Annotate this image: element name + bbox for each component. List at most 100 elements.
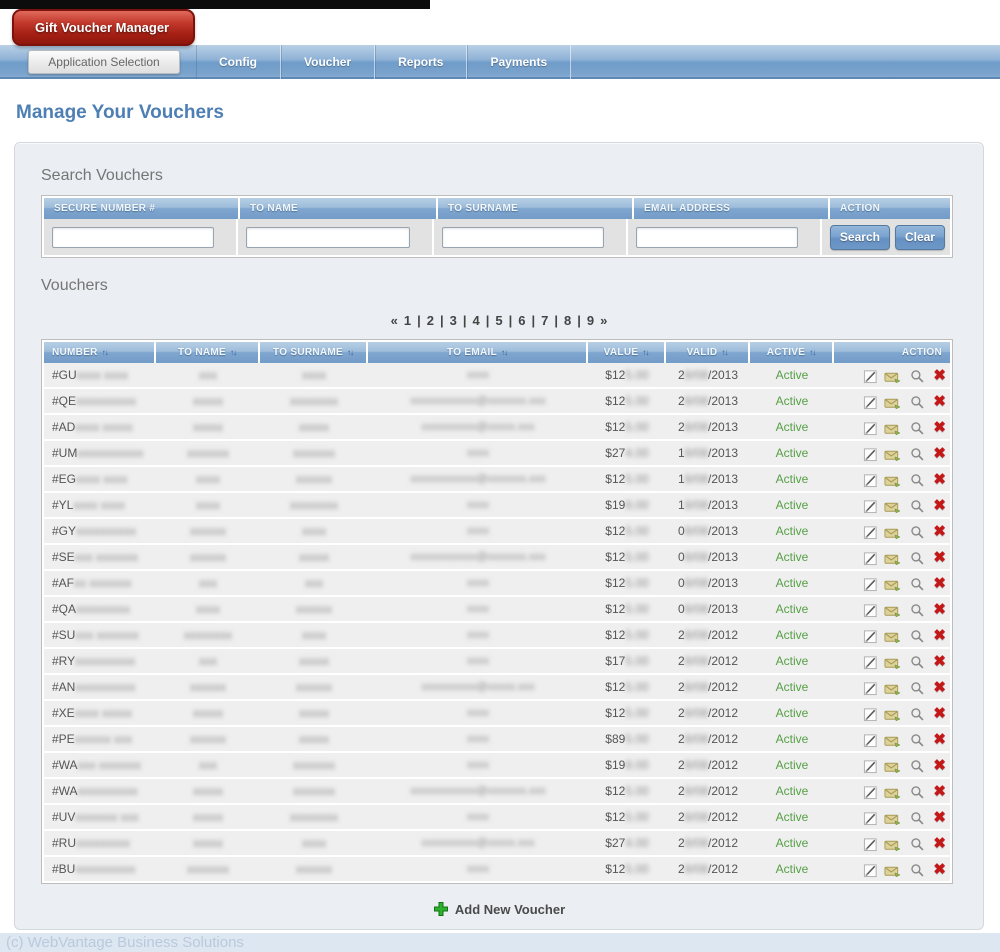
sort-icon[interactable]: ↑↓: [230, 348, 237, 357]
vouchers-column-header[interactable]: TO EMAIL ↑↓: [368, 342, 588, 363]
view-icon[interactable]: [908, 628, 925, 644]
view-icon[interactable]: [908, 680, 925, 696]
pagination-page-6[interactable]: 6: [518, 313, 525, 328]
send-email-icon[interactable]: [884, 784, 901, 800]
sort-icon[interactable]: ↑↓: [501, 348, 508, 357]
view-icon[interactable]: [908, 446, 925, 462]
delete-icon[interactable]: ✖: [931, 393, 946, 410]
sort-icon[interactable]: ↑↓: [721, 348, 728, 357]
pagination-page-8[interactable]: 8: [564, 313, 571, 328]
edit-icon[interactable]: [861, 862, 878, 878]
delete-icon[interactable]: ✖: [931, 757, 946, 774]
view-icon[interactable]: [908, 394, 925, 410]
add-new-voucher-button[interactable]: Add New Voucher: [433, 901, 565, 917]
sort-icon[interactable]: ↑↓: [347, 348, 354, 357]
view-icon[interactable]: [908, 862, 925, 878]
view-icon[interactable]: [908, 472, 925, 488]
send-email-icon[interactable]: [884, 472, 901, 488]
send-email-icon[interactable]: [884, 732, 901, 748]
edit-icon[interactable]: [861, 732, 878, 748]
view-icon[interactable]: [908, 706, 925, 722]
vouchers-column-header[interactable]: TO NAME ↑↓: [156, 342, 260, 363]
delete-icon[interactable]: ✖: [931, 627, 946, 644]
edit-icon[interactable]: [861, 836, 878, 852]
view-icon[interactable]: [908, 550, 925, 566]
view-icon[interactable]: [908, 576, 925, 592]
edit-icon[interactable]: [861, 758, 878, 774]
view-icon[interactable]: [908, 810, 925, 826]
nav-tab-voucher[interactable]: Voucher: [281, 45, 376, 79]
delete-icon[interactable]: ✖: [931, 367, 946, 384]
delete-icon[interactable]: ✖: [931, 601, 946, 618]
vouchers-column-header[interactable]: ACTIVE ↑↓: [750, 342, 834, 363]
send-email-icon[interactable]: [884, 498, 901, 514]
edit-icon[interactable]: [861, 654, 878, 670]
pagination-page-2[interactable]: 2: [427, 313, 434, 328]
edit-icon[interactable]: [861, 628, 878, 644]
edit-icon[interactable]: [861, 368, 878, 384]
to-surname-input[interactable]: [441, 226, 604, 248]
pagination-prev[interactable]: «: [391, 313, 398, 328]
view-icon[interactable]: [908, 836, 925, 852]
delete-icon[interactable]: ✖: [931, 575, 946, 592]
delete-icon[interactable]: ✖: [931, 809, 946, 826]
delete-icon[interactable]: ✖: [931, 471, 946, 488]
search-button[interactable]: Search: [829, 224, 890, 250]
view-icon[interactable]: [908, 654, 925, 670]
pagination-page-4[interactable]: 4: [473, 313, 480, 328]
edit-icon[interactable]: [861, 472, 878, 488]
email-address-input[interactable]: [635, 226, 798, 248]
delete-icon[interactable]: ✖: [931, 679, 946, 696]
view-icon[interactable]: [908, 758, 925, 774]
send-email-icon[interactable]: [884, 550, 901, 566]
view-icon[interactable]: [908, 420, 925, 436]
sort-icon[interactable]: ↑↓: [102, 348, 109, 357]
edit-icon[interactable]: [861, 550, 878, 566]
vouchers-column-header[interactable]: TO SURNAME ↑↓: [260, 342, 368, 363]
nav-tab-payments[interactable]: Payments: [467, 45, 572, 79]
view-icon[interactable]: [908, 602, 925, 618]
send-email-icon[interactable]: [884, 706, 901, 722]
send-email-icon[interactable]: [884, 836, 901, 852]
edit-icon[interactable]: [861, 524, 878, 540]
send-email-icon[interactable]: [884, 394, 901, 410]
send-email-icon[interactable]: [884, 680, 901, 696]
delete-icon[interactable]: ✖: [931, 731, 946, 748]
delete-icon[interactable]: ✖: [931, 835, 946, 852]
edit-icon[interactable]: [861, 810, 878, 826]
send-email-icon[interactable]: [884, 862, 901, 878]
send-email-icon[interactable]: [884, 628, 901, 644]
send-email-icon[interactable]: [884, 446, 901, 462]
delete-icon[interactable]: ✖: [931, 497, 946, 514]
nav-tab-config[interactable]: Config: [196, 45, 281, 79]
pagination-page-5[interactable]: 5: [495, 313, 502, 328]
send-email-icon[interactable]: [884, 576, 901, 592]
pagination-page-7[interactable]: 7: [541, 313, 548, 328]
view-icon[interactable]: [908, 498, 925, 514]
edit-icon[interactable]: [861, 680, 878, 696]
pagination-page-3[interactable]: 3: [450, 313, 457, 328]
send-email-icon[interactable]: [884, 368, 901, 384]
delete-icon[interactable]: ✖: [931, 523, 946, 540]
view-icon[interactable]: [908, 524, 925, 540]
view-icon[interactable]: [908, 732, 925, 748]
send-email-icon[interactable]: [884, 420, 901, 436]
sort-icon[interactable]: ↑↓: [809, 348, 816, 357]
to-name-input[interactable]: [245, 226, 410, 248]
app-logo-button[interactable]: Gift Voucher Manager: [12, 9, 195, 46]
edit-icon[interactable]: [861, 446, 878, 462]
vouchers-column-header[interactable]: NUMBER ↑↓: [44, 342, 156, 363]
delete-icon[interactable]: ✖: [931, 549, 946, 566]
sort-icon[interactable]: ↑↓: [642, 348, 649, 357]
delete-icon[interactable]: ✖: [931, 783, 946, 800]
send-email-icon[interactable]: [884, 758, 901, 774]
nav-tab-reports[interactable]: Reports: [375, 45, 468, 79]
application-selection-button[interactable]: Application Selection: [28, 50, 180, 74]
secure-number-input[interactable]: [52, 226, 214, 248]
edit-icon[interactable]: [861, 420, 878, 436]
delete-icon[interactable]: ✖: [931, 445, 946, 462]
delete-icon[interactable]: ✖: [931, 419, 946, 436]
view-icon[interactable]: [908, 784, 925, 800]
pagination-next[interactable]: »: [600, 313, 607, 328]
send-email-icon[interactable]: [884, 602, 901, 618]
